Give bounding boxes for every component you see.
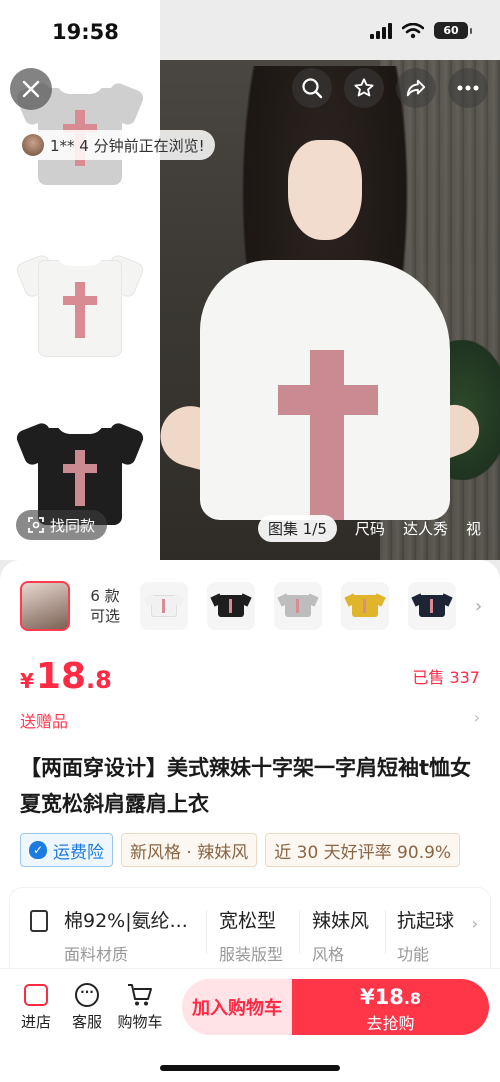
chevron-right-icon: ›	[471, 914, 478, 933]
attr-fit-value: 宽松型	[219, 910, 277, 932]
cart-label: 购物车	[117, 1013, 163, 1031]
clipboard-icon	[30, 910, 48, 932]
close-button[interactable]	[10, 68, 52, 110]
sku-thumbnail[interactable]	[408, 582, 456, 630]
search-icon	[302, 78, 323, 99]
shipping-insurance-tag[interactable]: ✓ 运费险	[20, 833, 113, 867]
attr-function-label: 功能	[397, 945, 430, 964]
buy-price-decimal: .8	[403, 989, 422, 1008]
share-icon	[406, 79, 426, 97]
sku-thumbnail[interactable]	[341, 582, 389, 630]
tee-swatch	[285, 595, 311, 617]
attr-function-value: 抗起球	[397, 910, 455, 932]
tab-influencer[interactable]: 达人秀	[403, 518, 448, 539]
attr-fit: 宽松型 服装版型	[219, 906, 283, 965]
price-currency: ¥	[20, 669, 34, 693]
price-decimal: .8	[86, 666, 112, 694]
price-integer: 18	[35, 656, 87, 697]
store-label: 进店	[20, 1013, 51, 1031]
tab-gallery[interactable]: 图集 1/5	[258, 514, 337, 542]
product-hero[interactable]: 1** 4 分钟前正在浏览! 找同款 图集 1/5 尺码 达人秀 视	[0, 0, 500, 590]
top-actions	[292, 68, 488, 108]
status-icons: 60	[370, 22, 472, 39]
customer-service-button[interactable]: ··· 客服	[61, 983, 113, 1032]
shipping-insurance-label: 运费险	[53, 842, 104, 863]
attributes-card[interactable]: 棉92%|氨纶... 面料材质 宽松型 服装版型 辣妹风 风格 抗起球 功能 ›	[10, 888, 490, 978]
avatar	[22, 134, 44, 156]
product-title: 【两面穿设计】美式辣妹十字架一字肩短袖t恤女夏宽松斜肩露肩上衣	[20, 756, 472, 816]
signal-icon	[370, 22, 392, 39]
more-icon	[457, 85, 479, 91]
share-button[interactable]	[396, 68, 436, 108]
media-tabs: 图集 1/5 尺码 达人秀 视	[258, 514, 500, 542]
browsing-tip-text: 1** 4 分钟前正在浏览!	[50, 136, 205, 155]
attr-fit-label: 服装版型	[219, 945, 284, 964]
tee-swatch	[419, 595, 445, 617]
sku-count-label: 可选	[89, 607, 120, 625]
sku-thumb-list	[140, 582, 475, 630]
tee-swatch	[218, 595, 244, 617]
buy-now-button[interactable]: ¥18.8 去抢购	[292, 979, 489, 1035]
star-icon	[354, 78, 374, 97]
status-time: 19:58	[52, 20, 119, 44]
white-tee-image[interactable]	[14, 252, 146, 357]
tab-video[interactable]: 视	[466, 518, 481, 539]
attr-style-label: 风格	[312, 945, 345, 964]
sku-main-thumbnail[interactable]	[20, 581, 70, 631]
gift-label: 送赠品	[20, 712, 69, 731]
attr-material-label: 面料材质	[64, 945, 129, 964]
attr-function: 抗起球 功能	[397, 906, 454, 965]
attr-style: 辣妹风 风格	[312, 906, 369, 965]
tee-swatch	[352, 595, 378, 617]
find-same-label: 找同款	[50, 516, 96, 535]
sku-thumbnail[interactable]	[274, 582, 322, 630]
home-indicator	[160, 1065, 340, 1071]
price-row: ¥ 18 .8 已售 337	[20, 656, 480, 697]
browsing-tip: 1** 4 分钟前正在浏览!	[18, 130, 215, 160]
gift-row[interactable]: 送赠品 ›	[20, 708, 480, 732]
sku-count: 6 款 可选	[70, 586, 140, 626]
wifi-icon	[402, 22, 424, 38]
tag-row: ✓ 运费险 新风格 · 辣妹风 近 30 天好评率 90.9%	[20, 833, 490, 867]
chevron-right-icon[interactable]: ›	[475, 596, 482, 617]
store-button[interactable]: 进店	[10, 983, 62, 1032]
price: ¥ 18 .8	[20, 656, 480, 697]
sku-thumbnail[interactable]	[207, 582, 255, 630]
search-button[interactable]	[292, 68, 332, 108]
attr-style-value: 辣妹风	[312, 910, 370, 932]
status-bar: 19:58 60	[0, 0, 500, 62]
attr-material: 棉92%|氨纶... 面料材质	[64, 906, 188, 965]
cart-nav-button[interactable]: 购物车	[114, 983, 166, 1032]
cart-icon	[128, 984, 152, 1006]
buy-label: 去抢购	[366, 1014, 415, 1033]
attr-material-value: 棉92%|氨纶...	[64, 910, 188, 932]
sku-count-number: 6 款	[90, 587, 120, 605]
tee-swatch	[151, 595, 177, 617]
sku-selector[interactable]: 6 款 可选 ›	[20, 580, 490, 632]
chevron-right-icon: ›	[473, 708, 480, 727]
buy-price-integer: ¥18	[359, 985, 404, 1009]
rating-tag[interactable]: 近 30 天好评率 90.9%	[265, 833, 461, 867]
battery-icon: 60	[434, 22, 472, 39]
sold-count: 已售 337	[412, 668, 480, 687]
favorite-button[interactable]	[344, 68, 384, 108]
more-button[interactable]	[448, 68, 488, 108]
chat-icon: ···	[75, 983, 99, 1007]
sku-thumbnail[interactable]	[140, 582, 188, 630]
find-same-button[interactable]: 找同款	[16, 510, 108, 540]
style-tag[interactable]: 新风格 · 辣妹风	[121, 833, 258, 867]
buy-price: ¥18.8	[292, 985, 489, 1009]
tab-size[interactable]: 尺码	[355, 518, 385, 539]
add-to-cart-button[interactable]: 加入购物车	[182, 979, 292, 1035]
close-icon	[22, 80, 40, 98]
service-label: 客服	[71, 1013, 102, 1031]
scan-icon	[28, 517, 44, 533]
shield-check-icon: ✓	[29, 841, 47, 859]
store-icon	[24, 984, 48, 1006]
